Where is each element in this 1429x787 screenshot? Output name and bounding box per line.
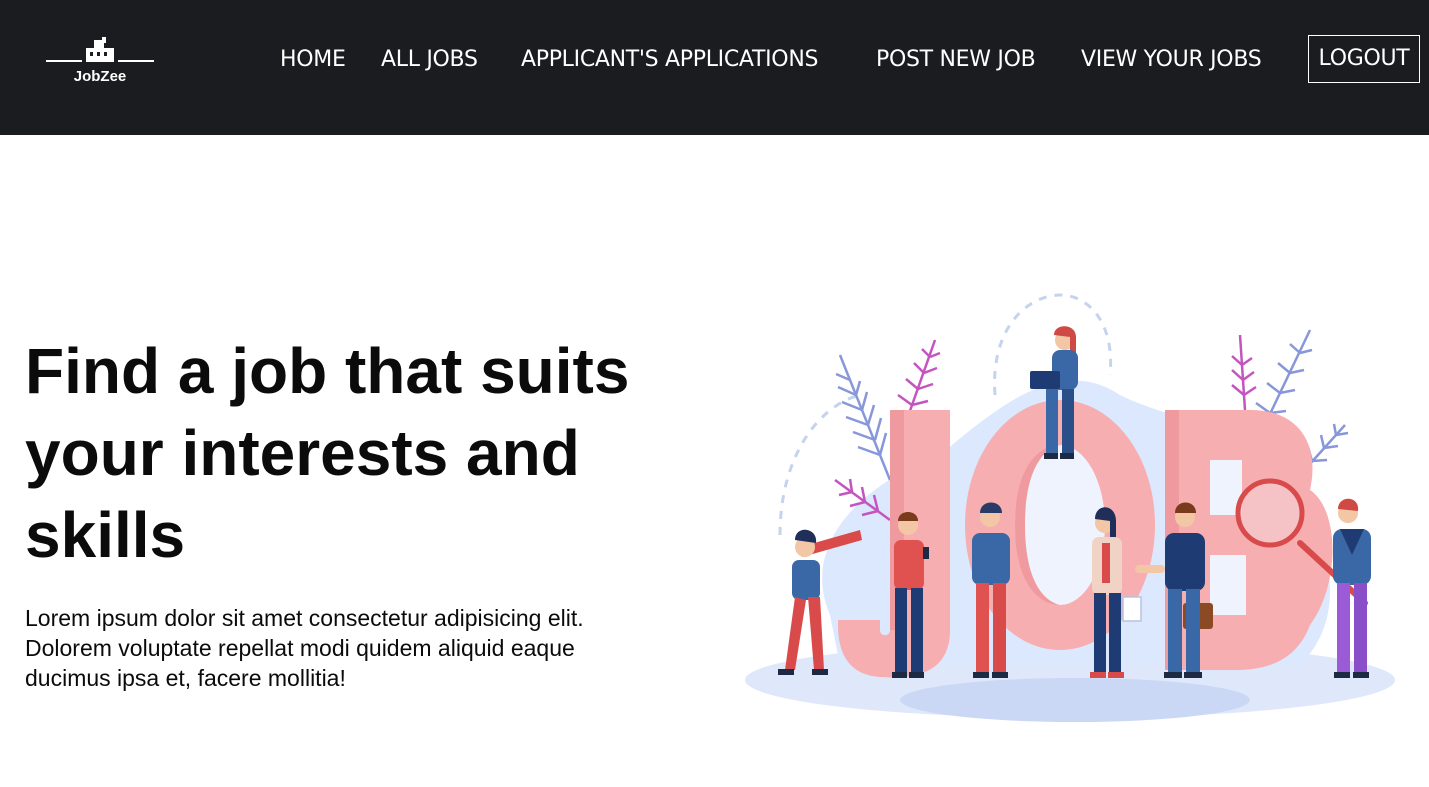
brand-name: JobZee (73, 68, 127, 85)
navbar: JobZee HOME ALL JOBS APPLICANT'S APPLICA… (0, 0, 1429, 135)
nav-home[interactable]: HOME (280, 45, 346, 75)
hero-title: Find a job that suits your interests and… (25, 335, 630, 571)
hero-description: Lorem ipsum dolor sit amet consectetur a… (25, 605, 584, 691)
brand-logo[interactable]: JobZee (46, 36, 154, 90)
nav-view-your-jobs[interactable]: VIEW YOUR JOBS (1081, 45, 1262, 75)
nav-applicants-applications[interactable]: APPLICANT'S APPLICATIONS (521, 45, 818, 75)
nav-post-new-job[interactable]: POST NEW JOB (876, 45, 1036, 75)
logout-button[interactable]: LOGOUT (1308, 35, 1420, 83)
building-logo-icon (46, 37, 154, 62)
leaf-decoration-left (835, 354, 892, 481)
job-search-illustration (740, 285, 1410, 735)
nav-all-jobs[interactable]: ALL JOBS (381, 45, 478, 75)
